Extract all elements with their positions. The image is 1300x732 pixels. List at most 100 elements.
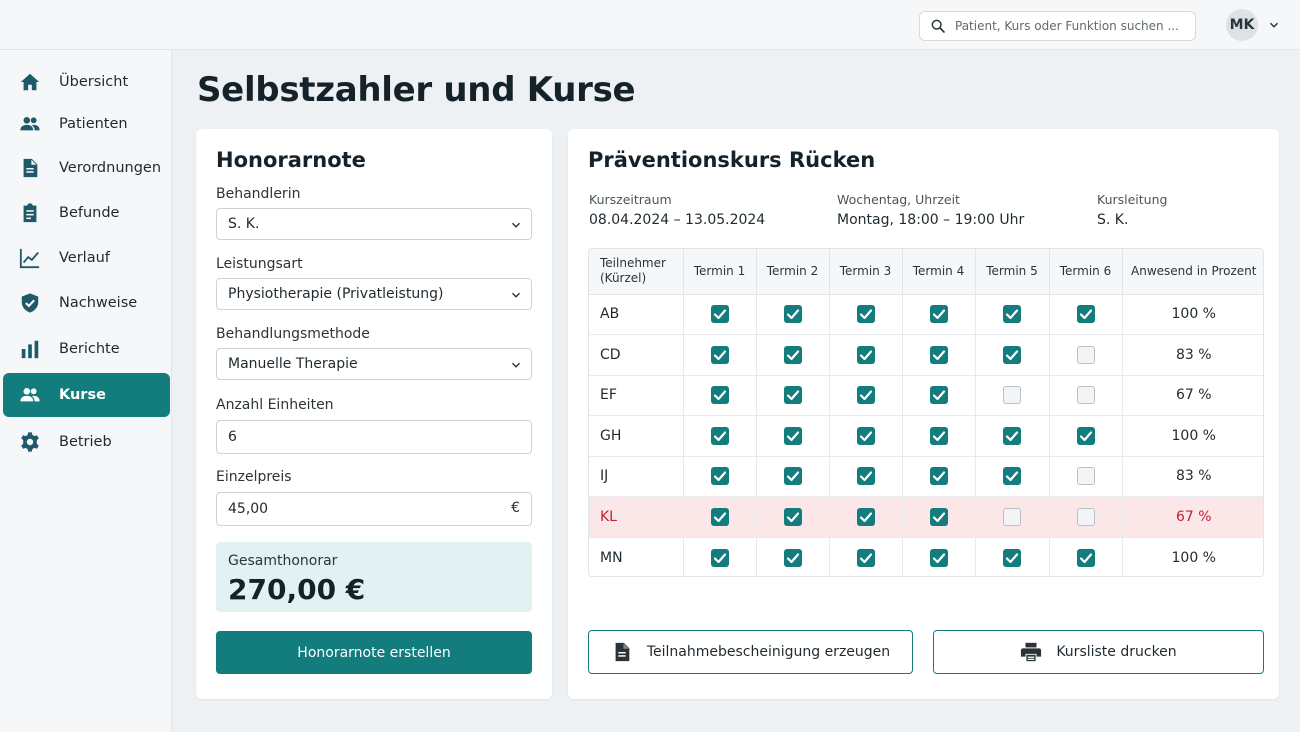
- participant-id: CD: [589, 334, 684, 376]
- attendance-checkbox-checked[interactable]: [856, 386, 875, 405]
- total-value: 270,00 €: [228, 573, 366, 606]
- search-input[interactable]: [955, 19, 1185, 33]
- service-value: Physiotherapie (Privatleistung): [228, 286, 444, 302]
- attendance-checkbox-checked[interactable]: [929, 305, 948, 324]
- attendance-checkbox-checked[interactable]: [710, 467, 729, 486]
- attendance-checkbox-checked[interactable]: [1003, 426, 1021, 445]
- sidebar-item-berichte[interactable]: Berichte: [3, 327, 170, 371]
- attendance-table: Teilnehmer (Kürzel) Termin 1 Termin 2 Te…: [589, 249, 1263, 576]
- attendance-checkbox-checked[interactable]: [783, 426, 802, 445]
- attendance-cell: [756, 496, 830, 538]
- attendance-cell: [1049, 415, 1123, 457]
- create-invoice-button[interactable]: Honorarnote erstellen: [216, 631, 532, 674]
- sidebar-item-uebersicht[interactable]: Übersicht: [3, 60, 170, 104]
- sidebar-item-nachweise[interactable]: Nachweise: [3, 281, 170, 325]
- attendance-checkbox-checked[interactable]: [1076, 548, 1095, 567]
- attendance-checkbox-unchecked[interactable]: [1003, 386, 1021, 405]
- column-header: Anwesend in Prozent: [1122, 249, 1263, 295]
- attendance-checkbox-checked[interactable]: [1003, 305, 1021, 324]
- attendance-checkbox-checked[interactable]: [710, 386, 729, 405]
- attendance-checkbox-checked[interactable]: [783, 548, 802, 567]
- attendance-percent: 100 %: [1171, 549, 1216, 566]
- certificate-button[interactable]: Teilnahmebescheinigung erzeugen: [588, 630, 913, 674]
- attendance-checkbox-checked[interactable]: [856, 548, 875, 567]
- period-value: 08.04.2024 – 13.05.2024: [589, 212, 766, 228]
- attendance-checkbox-checked[interactable]: [929, 386, 948, 405]
- attendance-checkbox-checked[interactable]: [929, 426, 948, 445]
- weekday-label: Wochentag, Uhrzeit: [837, 192, 960, 207]
- attendance-checkbox-checked[interactable]: [929, 345, 948, 364]
- service-select[interactable]: Physiotherapie (Privatleistung): [216, 278, 532, 310]
- attendance-checkbox-checked[interactable]: [856, 305, 875, 324]
- attendance-cell: [1049, 334, 1123, 376]
- attendance-cell: [683, 415, 757, 457]
- print-button[interactable]: Kursliste drucken: [933, 630, 1264, 674]
- attendance-checkbox-unchecked[interactable]: [1076, 386, 1095, 405]
- sidebar-item-verordnungen[interactable]: Verordnungen: [3, 146, 170, 190]
- attendance-cell: [829, 415, 903, 457]
- attendance-checkbox-unchecked[interactable]: [1076, 467, 1095, 486]
- attendance-percent: 67 %: [1122, 375, 1263, 416]
- attendance-checkbox-checked[interactable]: [1003, 467, 1021, 486]
- sidebar-item-verlauf[interactable]: Verlauf: [3, 236, 170, 280]
- chevron-down-icon[interactable]: [1267, 18, 1281, 32]
- attendance-checkbox-checked[interactable]: [710, 548, 729, 567]
- method-select[interactable]: Manuelle Therapie: [216, 348, 532, 380]
- attendance-checkbox-checked[interactable]: [783, 345, 802, 364]
- sidebar-item-patienten[interactable]: Patienten: [3, 102, 170, 146]
- attendance-checkbox-checked[interactable]: [783, 507, 802, 526]
- attendance-table-wrap: Teilnehmer (Kürzel) Termin 1 Termin 2 Te…: [588, 248, 1264, 577]
- attendance-checkbox-checked[interactable]: [856, 467, 875, 486]
- gear-icon: [19, 431, 41, 453]
- attendance-cell: [1049, 294, 1123, 335]
- course-title: Präventionskurs Rücken: [588, 148, 876, 172]
- attendance-checkbox-checked[interactable]: [1076, 426, 1095, 445]
- attendance-checkbox-checked[interactable]: [929, 467, 948, 486]
- column-header: Termin 1: [683, 249, 757, 295]
- attendance-checkbox-unchecked[interactable]: [1076, 507, 1095, 526]
- units-input[interactable]: 6: [216, 420, 532, 454]
- attendance-checkbox-checked[interactable]: [783, 305, 802, 324]
- attendance-cell: [902, 496, 976, 538]
- attendance-checkbox-checked[interactable]: [856, 345, 875, 364]
- attendance-cell: [975, 334, 1050, 376]
- attendance-checkbox-unchecked[interactable]: [1003, 507, 1021, 526]
- course-card: Präventionskurs Rücken Kurszeitraum 08.0…: [568, 129, 1279, 699]
- search-box[interactable]: [919, 11, 1196, 41]
- attendance-checkbox-checked[interactable]: [783, 386, 802, 405]
- sidebar-item-label: Verordnungen: [59, 160, 162, 176]
- attendance-checkbox-unchecked[interactable]: [1076, 345, 1095, 364]
- attendance-checkbox-checked[interactable]: [710, 305, 729, 324]
- lead-value: S. K.: [1097, 212, 1129, 228]
- user-avatar[interactable]: MK: [1226, 9, 1258, 41]
- attendance-checkbox-checked[interactable]: [1076, 305, 1095, 324]
- sidebar-item-label: Patienten: [59, 116, 128, 132]
- price-input[interactable]: 45,00 €: [216, 492, 532, 526]
- attendance-checkbox-checked[interactable]: [929, 548, 948, 567]
- attendance-checkbox-checked[interactable]: [856, 507, 875, 526]
- units-label: Anzahl Einheiten: [216, 397, 334, 413]
- printer-icon: [1021, 642, 1042, 662]
- table-row: IJ 83 %: [589, 456, 1263, 497]
- attendance-checkbox-checked[interactable]: [710, 507, 729, 526]
- sidebar-item-label: Verlauf: [59, 250, 110, 266]
- attendance-checkbox-checked[interactable]: [1003, 345, 1021, 364]
- column-header: Termin 4: [902, 249, 976, 295]
- top-bar: MK: [0, 0, 1300, 50]
- sidebar-item-befunde[interactable]: Befunde: [3, 191, 170, 235]
- attendance-checkbox-checked[interactable]: [929, 507, 948, 526]
- attendance-cell: [683, 294, 757, 335]
- sidebar-item-label: Kurse: [59, 387, 106, 403]
- sidebar-item-kurse[interactable]: Kurse: [3, 373, 170, 417]
- therapist-select[interactable]: S. K.: [216, 208, 532, 240]
- sidebar: Übersicht Patienten Verordnungen Befunde…: [0, 50, 172, 732]
- sidebar-item-betrieb[interactable]: Betrieb: [3, 420, 170, 464]
- attendance-checkbox-checked[interactable]: [783, 467, 802, 486]
- attendance-checkbox-checked[interactable]: [856, 426, 875, 445]
- attendance-checkbox-checked[interactable]: [1003, 548, 1021, 567]
- attendance-cell: [1049, 496, 1123, 538]
- attendance-percent: 83 %: [1122, 456, 1263, 497]
- attendance-cell: [1049, 375, 1123, 416]
- attendance-checkbox-checked[interactable]: [710, 345, 729, 364]
- attendance-checkbox-checked[interactable]: [710, 426, 729, 445]
